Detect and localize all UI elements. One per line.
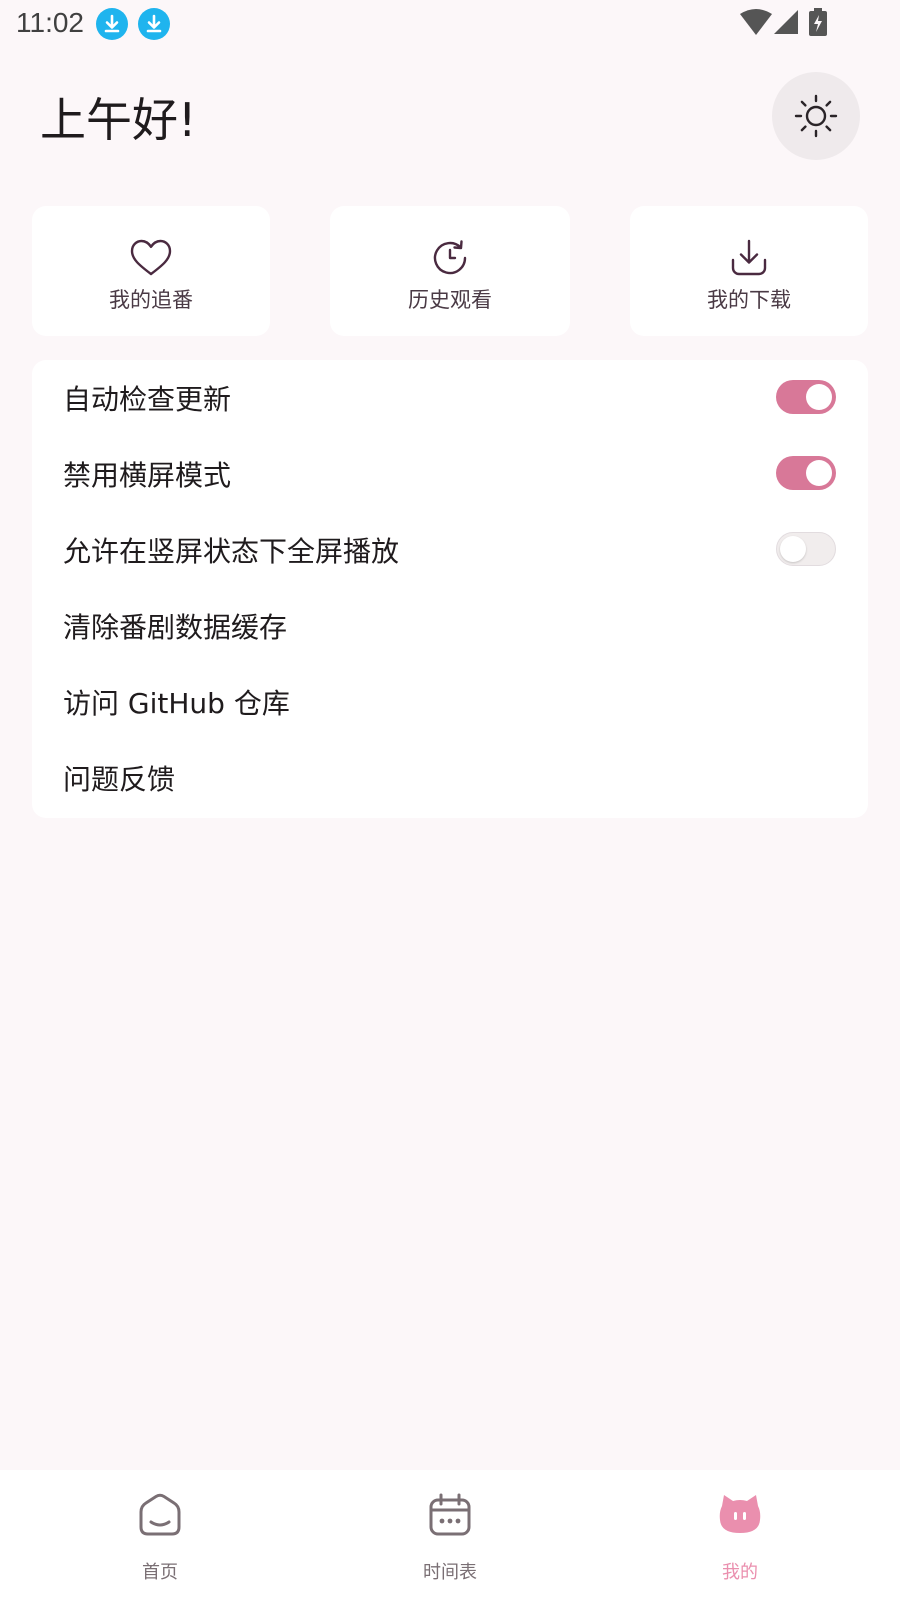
setting-label: 允许在竖屏状态下全屏播放 (63, 535, 400, 568)
bottom-nav: 首页 时间表 我的 (0, 1470, 900, 1600)
download-tray-icon (731, 239, 767, 276)
battery-charging-icon (808, 8, 828, 40)
fullscreen-portrait-toggle[interactable] (776, 532, 836, 566)
setting-label: 自动检查更新 (63, 383, 232, 416)
disable-landscape-toggle[interactable] (776, 456, 836, 490)
setting-fullscreen-portrait[interactable]: 允许在竖屏状态下全屏播放 (32, 512, 868, 588)
quick-action-label: 我的下载 (707, 288, 791, 312)
toggle-knob (780, 536, 806, 562)
setting-disable-landscape[interactable]: 禁用横屏模式 (32, 436, 868, 512)
toggle-knob (806, 384, 832, 410)
wifi-icon (740, 8, 772, 40)
sun-icon (794, 94, 838, 138)
nav-label: 首页 (142, 1562, 178, 1583)
cat-face-icon (719, 1495, 761, 1533)
download-icon (138, 8, 170, 40)
home-icon (139, 1493, 181, 1536)
toggle-knob (806, 460, 832, 486)
nav-item-mine[interactable]: 我的 (590, 1470, 890, 1600)
quick-action-favorites[interactable]: 我的追番 (32, 206, 270, 336)
status-time: 11:02 (16, 7, 84, 38)
heart-icon (130, 239, 172, 276)
calendar-icon (429, 1493, 471, 1536)
setting-label: 访问 GitHub 仓库 (63, 687, 290, 720)
setting-label: 清除番剧数据缓存 (63, 611, 288, 644)
nav-item-home[interactable]: 首页 (10, 1470, 310, 1600)
status-bar: 11:02 (0, 0, 900, 48)
setting-github[interactable]: 访问 GitHub 仓库 (32, 664, 868, 740)
setting-clear-cache[interactable]: 清除番剧数据缓存 (32, 588, 868, 664)
page-title: 上午好! (40, 93, 197, 147)
nav-label: 时间表 (423, 1562, 477, 1583)
nav-item-schedule[interactable]: 时间表 (300, 1470, 600, 1600)
setting-auto-update[interactable]: 自动检查更新 (32, 360, 868, 436)
setting-label: 问题反馈 (63, 763, 176, 796)
quick-action-downloads[interactable]: 我的下载 (630, 206, 868, 336)
setting-label: 禁用横屏模式 (63, 459, 232, 492)
auto-update-toggle[interactable] (776, 380, 836, 414)
history-clock-icon (433, 240, 467, 275)
quick-action-history[interactable]: 历史观看 (330, 206, 570, 336)
quick-action-label: 历史观看 (408, 288, 492, 312)
quick-action-label: 我的追番 (109, 288, 193, 312)
download-icon (96, 8, 128, 40)
setting-feedback[interactable]: 问题反馈 (32, 740, 868, 816)
settings-card: 自动检查更新 禁用横屏模式 允许在竖屏状态下全屏播放 清除番剧数据缓存 访问 G… (32, 360, 868, 818)
cellular-signal-icon (772, 8, 798, 40)
nav-label: 我的 (722, 1562, 758, 1583)
theme-toggle-button[interactable] (772, 72, 860, 160)
